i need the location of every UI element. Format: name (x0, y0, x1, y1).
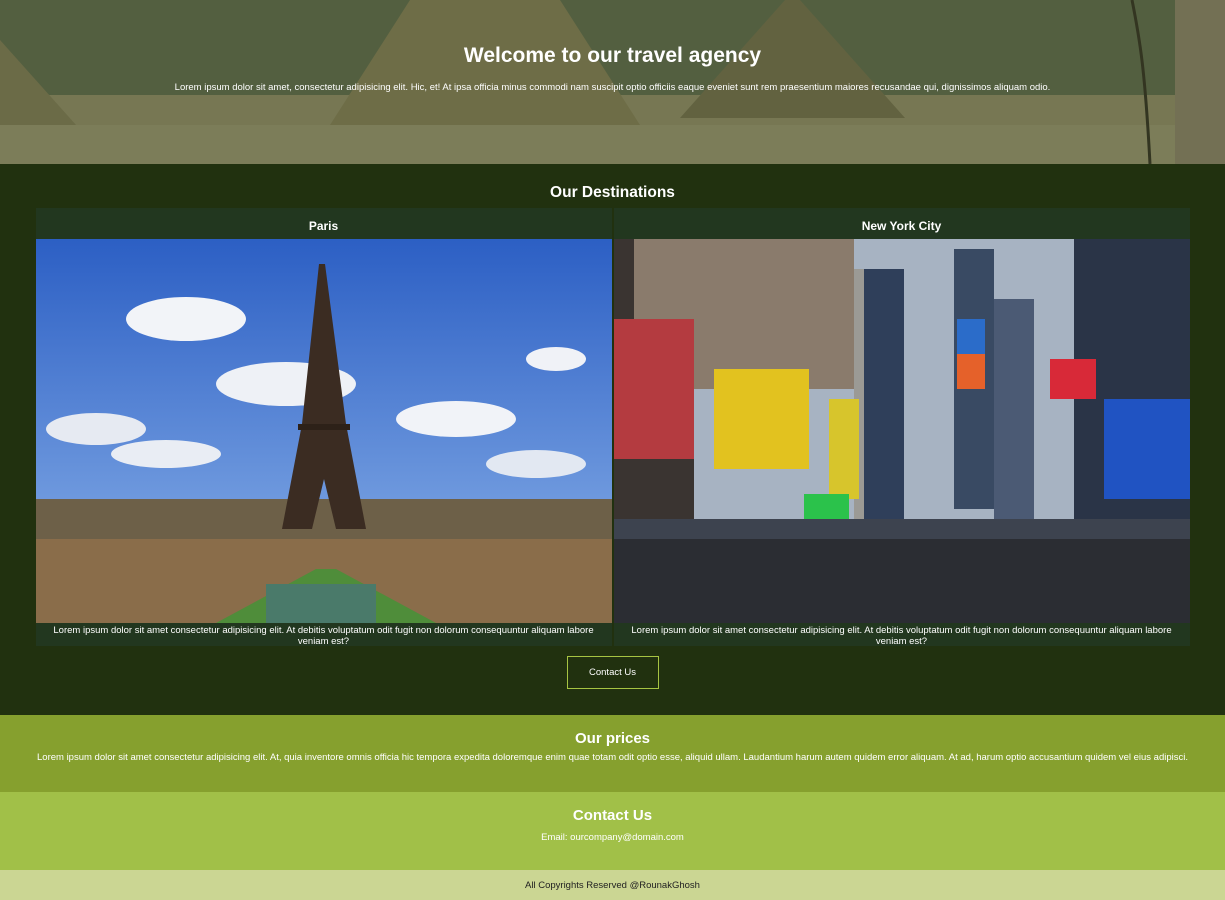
paris-image (35, 239, 612, 623)
prices-section: Our prices Lorem ipsum dolor sit amet co… (0, 715, 1225, 792)
destination-cards: Paris Lorem ipsum dolor sit amet consect… (35, 208, 1190, 647)
destinations-heading: Our Destinations (550, 184, 675, 201)
contact-email: Email: ourcompany@domain.com (541, 832, 684, 843)
contact-heading: Contact Us (572, 807, 653, 824)
contact-section: Contact Us Email: ourcompany@domain.com (0, 792, 1225, 870)
destination-card-new-york-city: New York City Lorem ipsum dolor sit amet… (613, 208, 1190, 647)
destination-card-paris: Paris Lorem ipsum dolor sit amet consect… (35, 208, 612, 647)
prices-text: Lorem ipsum dolor sit amet consectetur a… (37, 752, 1188, 763)
destination-description: Lorem ipsum dolor sit amet consectetur a… (53, 625, 594, 647)
destination-title: New York City (861, 219, 942, 233)
new-york-city-image (613, 239, 1190, 623)
contact-us-button[interactable]: Contact Us (566, 656, 659, 689)
hero-section: Welcome to our travel agency Lorem ipsum… (0, 0, 1225, 164)
prices-heading: Our prices (574, 730, 651, 747)
destination-title: Paris (308, 219, 339, 233)
destination-description: Lorem ipsum dolor sit amet consectetur a… (631, 625, 1172, 647)
destinations-section: Our Destinations Paris Lorem ipsum dolor… (0, 164, 1225, 715)
footer-copyright: All Copyrights Reserved @RounakGhosh (525, 880, 700, 891)
hero-title: Welcome to our travel agency (463, 44, 762, 67)
footer: All Copyrights Reserved @RounakGhosh (0, 870, 1225, 900)
hero-text: Lorem ipsum dolor sit amet, consectetur … (174, 82, 1051, 93)
